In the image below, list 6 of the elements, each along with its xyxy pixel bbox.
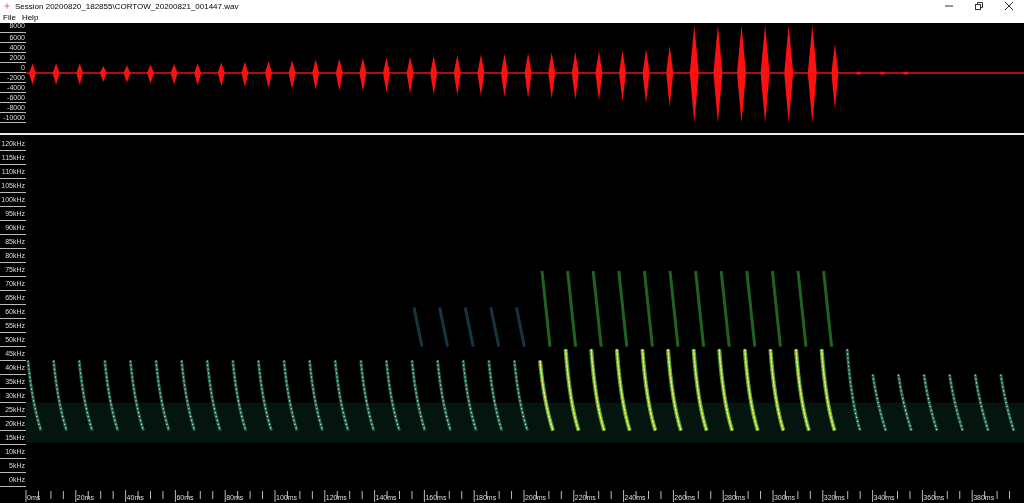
menu-item[interactable]: File <box>3 13 16 22</box>
menu-item[interactable]: Help <box>21 13 39 22</box>
app-icon <box>3 2 11 10</box>
close-icon[interactable] <box>1004 1 1014 11</box>
restore-icon[interactable] <box>974 1 984 11</box>
window-title: Session 20200820_182855\CORTOW_20200821_001447.wav <box>15 1 240 11</box>
